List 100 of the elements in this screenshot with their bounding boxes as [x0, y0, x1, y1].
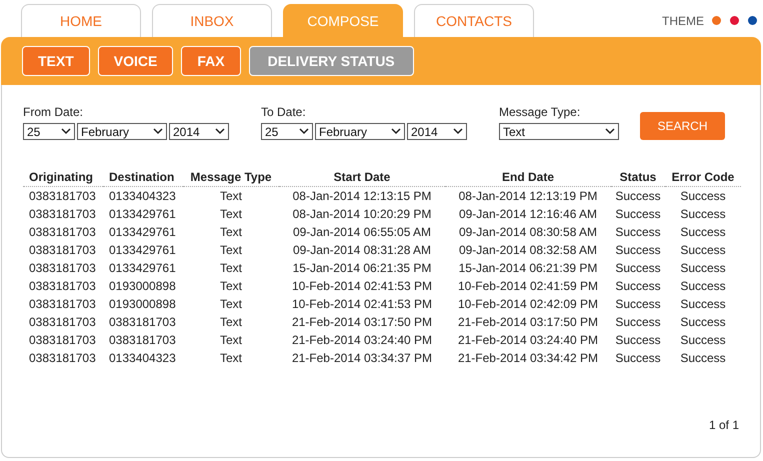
table-cell-text: 09-Jan-2014 08:31:28 AM: [292, 242, 432, 259]
table-cell-text: Success: [679, 260, 727, 277]
table-cell-text: 10-Feb-2014 02:41:59 PM: [456, 278, 600, 295]
dropdown[interactable]: Text: [499, 123, 619, 140]
table-cell: 08-Jan-2014 12:13:19 PM: [445, 186, 611, 205]
column-header: End Date: [445, 168, 611, 186]
table-cell-text: 0383181703: [108, 332, 177, 349]
column-header: Start Date: [279, 168, 445, 186]
table-cell-text: Success: [679, 242, 727, 259]
table-cell-text: 0383181703: [28, 332, 97, 349]
chevron-icon: [215, 128, 225, 135]
table-cell-text: Success: [614, 206, 662, 223]
table-cell-text: Text: [218, 260, 243, 277]
filter-label: To Date:: [261, 105, 307, 119]
table-cell-text: Success: [614, 314, 662, 331]
table-cell-text: Text: [218, 314, 243, 331]
table-cell-text: 21-Feb-2014 03:24:40 PM: [290, 332, 434, 349]
table-cell-text: Success: [679, 206, 727, 223]
nav-tab[interactable]: INBOX: [152, 4, 272, 37]
table-cell-text: 0383181703: [28, 278, 97, 295]
search-button[interactable]: SEARCH: [640, 112, 725, 140]
subnav-button[interactable]: VOICE: [98, 46, 174, 76]
dropdown[interactable]: 25: [23, 123, 75, 140]
table-cell-text: 09-Jan-2014 08:30:58 AM: [458, 224, 598, 241]
table-cell: 0133404323: [103, 186, 183, 205]
table-cell-text: 0133404323: [108, 350, 177, 367]
column-header: Status: [611, 168, 665, 186]
table-cell-text: Success: [614, 224, 662, 241]
table-cell-text: 0383181703: [28, 296, 97, 313]
theme-dot[interactable]: [748, 16, 757, 25]
table-cell-text: 0383181703: [28, 242, 97, 259]
table-cell-text: 0133429761: [108, 242, 177, 259]
table-cell-text: Success: [679, 350, 727, 367]
table-cell-text: 0383181703: [28, 206, 97, 223]
table-cell-text: Text: [218, 224, 243, 241]
subnav-button[interactable]: FAX: [181, 46, 241, 76]
table-cell-text: Success: [679, 296, 727, 313]
table-cell-text: 09-Jan-2014 06:55:05 AM: [292, 224, 432, 241]
table-cell-text: 10-Feb-2014 02:41:53 PM: [290, 296, 434, 313]
filter-label: Message Type:: [499, 105, 582, 119]
table-cell-text: Text: [218, 278, 243, 295]
table-cell-text: Success: [614, 242, 662, 259]
table-cell-text: Text: [218, 296, 243, 313]
dropdown[interactable]: 2014: [407, 123, 467, 140]
table-cell-text: 08-Jan-2014 10:20:29 PM: [292, 206, 432, 223]
subnav-button[interactable]: TEXT: [22, 46, 90, 76]
table-cell-text: 0193000898: [108, 296, 177, 313]
table-cell-text: 09-Jan-2014 08:32:58 AM: [458, 242, 598, 259]
filter-label: From Date:: [23, 105, 84, 119]
column-header: Error Code: [665, 168, 741, 186]
chevron-icon: [391, 128, 401, 135]
table-cell-text: Text: [218, 242, 243, 259]
table-cell-text: 0383181703: [28, 224, 97, 241]
table-cell-text: Success: [614, 350, 662, 367]
dropdown[interactable]: 2014: [169, 123, 229, 140]
table-cell-text: 0383181703: [28, 314, 97, 331]
table-cell-text: Success: [679, 332, 727, 349]
table-cell-text: 21-Feb-2014 03:17:50 PM: [456, 314, 600, 331]
table-cell-text: 0133429761: [108, 224, 177, 241]
nav-tab[interactable]: HOME: [21, 4, 141, 37]
chevron-icon: [61, 128, 71, 135]
table-cell-text: Text: [218, 332, 243, 349]
dropdown[interactable]: 25: [261, 123, 313, 140]
table-cell-text: Success: [614, 296, 662, 313]
column-header: Message Type: [183, 168, 279, 186]
chevron-icon: [299, 128, 309, 135]
table-cell: Text: [183, 186, 279, 205]
table-cell-text: 15-Jan-2014 06:21:35 PM: [292, 260, 432, 277]
table-cell-text: 21-Feb-2014 03:34:37 PM: [290, 350, 434, 367]
subnav-button[interactable]: DELIVERY STATUS: [248, 46, 414, 76]
column-header: Destination: [103, 168, 183, 186]
column-header: Originating: [23, 168, 103, 186]
table-cell-text: 0133429761: [108, 206, 177, 223]
table-cell: Success: [611, 186, 665, 205]
table-cell-text: 0193000898: [108, 278, 177, 295]
table-cell-text: 15-Jan-2014 06:21:39 PM: [458, 260, 598, 277]
theme-label: THEME: [662, 14, 704, 28]
table-cell-text: 0133429761: [108, 260, 177, 277]
dropdown[interactable]: February: [77, 123, 167, 140]
table-cell-text: Text: [218, 206, 243, 223]
table-cell-text: 10-Feb-2014 02:41:53 PM: [290, 278, 434, 295]
table-cell-text: 21-Feb-2014 03:24:40 PM: [456, 332, 600, 349]
table-cell: 0383181703: [23, 186, 103, 205]
table-cell-text: Success: [679, 314, 727, 331]
table-cell-text: Success: [614, 332, 662, 349]
nav-tab[interactable]: COMPOSE: [283, 4, 403, 37]
page-indicator: 1 of 1: [708, 418, 739, 432]
chevron-icon: [605, 128, 615, 135]
table-cell-text: Success: [614, 260, 662, 277]
chevron-icon: [153, 128, 163, 135]
theme-dot[interactable]: [730, 16, 739, 25]
table-cell-text: Success: [614, 278, 662, 295]
dropdown[interactable]: February: [315, 123, 405, 140]
table-cell-text: 0383181703: [108, 314, 177, 331]
chevron-icon: [453, 128, 463, 135]
table-cell-text: 21-Feb-2014 03:17:50 PM: [290, 314, 434, 331]
table-cell-text: Text: [218, 350, 243, 367]
table-cell-text: 21-Feb-2014 03:34:42 PM: [456, 350, 600, 367]
theme-dot[interactable]: [712, 16, 721, 25]
nav-tab[interactable]: CONTACTS: [414, 4, 534, 37]
